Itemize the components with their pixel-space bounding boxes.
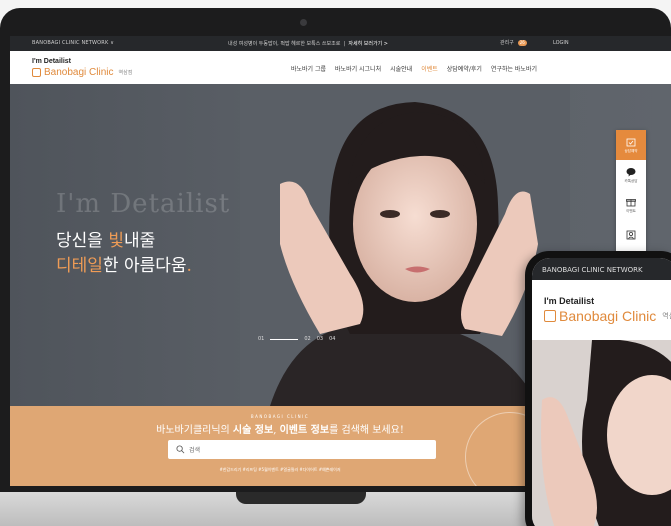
search-overline: BANOBAGI CLINIC [250, 414, 310, 419]
quick-kakao-button[interactable]: 카톡상담 [616, 160, 646, 190]
cart-label: 관리구 [500, 40, 514, 46]
quick-consult-button[interactable]: 상담예약 [616, 130, 646, 160]
notice-link[interactable]: 자세히 보러가기 > [348, 41, 388, 47]
search-icon [176, 445, 185, 454]
phone-site-logo[interactable]: Banobagi Clinic 역삼 [544, 308, 671, 324]
logo-text: Banobagi Clinic [44, 67, 114, 78]
search-input[interactable]: 검색 [168, 440, 436, 459]
gift-icon [626, 198, 636, 206]
calendar-check-icon [626, 138, 636, 146]
hero-pager: 01 02 03 04 [258, 336, 336, 342]
pager-item-4[interactable]: 04 [329, 336, 335, 342]
quick-mypage-button[interactable] [616, 220, 646, 250]
pager-item-3[interactable]: 03 [317, 336, 323, 342]
cart-count-badge: 26 [517, 39, 527, 46]
hero-headline-line2: 디테일한 아름다움. [56, 256, 192, 276]
network-dropdown[interactable]: BANOBAGI CLINIC NETWORK ∨ [32, 40, 114, 46]
menu-item-group[interactable]: 바노바기 그룹 [291, 64, 326, 73]
logo-mark-icon [544, 310, 556, 322]
quick-event-button[interactable]: 이벤트 [616, 190, 646, 220]
quick-menu: 상담예약 카톡상담 이벤트 [616, 130, 646, 258]
camera-icon [300, 19, 307, 26]
menu-item-consult[interactable]: 상담예약/후기 [447, 64, 482, 73]
chat-bubble-icon [626, 167, 636, 176]
phone-logo-text: Banobagi Clinic [559, 308, 657, 324]
hero-english-title: I'm Detailist [56, 189, 231, 219]
phone-screen: BANOBAGI CLINIC NETWORK I'm Detailist Ba… [532, 258, 671, 526]
mockup-stage: BANOBAGI CLINIC NETWORK ∨ 내성 여성병이 두동밥이, … [0, 0, 671, 526]
menu-item-research[interactable]: 연구하는 바노바기 [491, 64, 537, 73]
notice-text: 내성 여성병이 두동밥이, 퍽밥 헤르한 보톡스 쓰보조로 [228, 41, 341, 47]
phone-hero-banner [532, 340, 671, 526]
notice-banner[interactable]: 내성 여성병이 두동밥이, 퍽밥 헤르한 보톡스 쓰보조로 | 자세히 보러가기… [228, 40, 388, 47]
pager-item-1[interactable]: 01 [258, 336, 264, 342]
site-header: I'm Detailist Banobagi Clinic 역삼점 바노바기 그… [10, 51, 671, 84]
search-placeholder: 검색 [189, 447, 201, 454]
phone-logo-branch: 역삼 [662, 313, 671, 320]
laptop-notch [236, 492, 366, 504]
logo-tagline[interactable]: I'm Detailist [32, 58, 71, 65]
logo-mark-icon [32, 68, 41, 77]
network-bar: BANOBAGI CLINIC NETWORK ∨ 내성 여성병이 두동밥이, … [10, 36, 671, 51]
menu-item-events[interactable]: 이벤트 [421, 64, 438, 73]
cart-link[interactable]: 관리구 26 [500, 39, 527, 46]
site-logo[interactable]: Banobagi Clinic 역삼점 [32, 67, 132, 78]
login-link[interactable]: LOGIN [553, 40, 569, 46]
phone-logo-tagline[interactable]: I'm Detailist [544, 296, 594, 306]
user-icon [626, 230, 636, 240]
menu-item-treatments[interactable]: 시술안내 [390, 64, 412, 73]
search-hashtags[interactable]: #한감드리기 #리프팅 #5월이벤트 #얼굴필러 #다이어트 #예쁜레이저 [10, 467, 550, 473]
phone-network-bar[interactable]: BANOBAGI CLINIC NETWORK [532, 258, 671, 280]
main-menu: 바노바기 그룹 바노바기 시그니처 시술안내 이벤트 상담예약/후기 연구하는 … [291, 64, 537, 73]
pager-item-2[interactable]: 02 [304, 336, 310, 342]
menu-item-signature[interactable]: 바노바기 시그니처 [335, 64, 381, 73]
phone-hero-photo [532, 340, 671, 526]
hero-model-photo [240, 84, 570, 406]
hero-headline-line1: 당신을 빛내줄 [56, 231, 156, 251]
pager-progress-line [270, 338, 299, 340]
phone-frame: BANOBAGI CLINIC NETWORK I'm Detailist Ba… [525, 251, 671, 526]
search-heading: 바노바기클리닉의 시술 정보, 이벤트 정보를 검색해 보세요! [156, 425, 404, 436]
logo-branch: 역삼점 [118, 70, 133, 76]
